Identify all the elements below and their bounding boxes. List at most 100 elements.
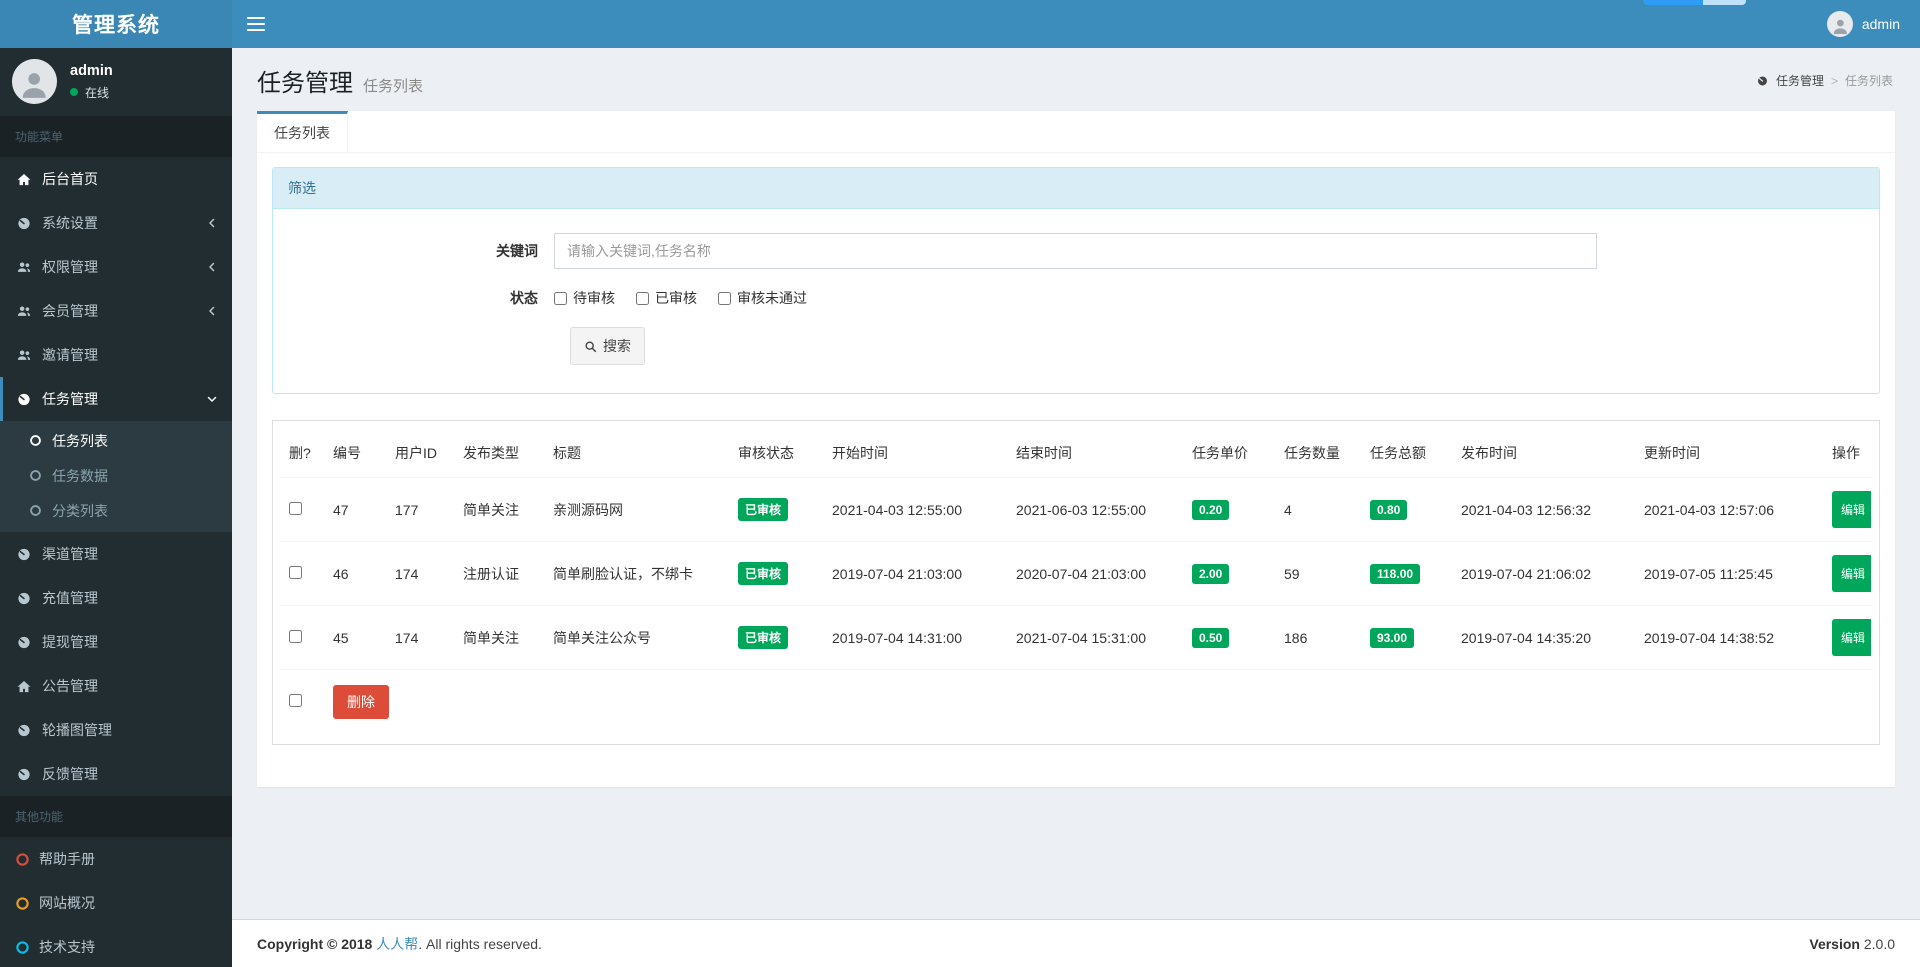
content-header: 任务管理 任务列表 任务管理 > 任务列表 [257,48,1895,111]
sidebar-item-invitations[interactable]: 邀请管理 [0,333,232,377]
cell-type: 简单关注 [455,477,545,542]
cell-start: 2021-04-03 12:55:00 [824,477,1008,542]
row-checkbox[interactable] [289,565,302,579]
footer-copyright: Copyright © 2018 人人帮. All rights reserve… [257,935,542,952]
search-button[interactable]: 搜索 [570,327,645,365]
row-checkbox[interactable] [289,501,302,515]
select-all-checkbox[interactable] [289,694,302,707]
user-menu[interactable]: admin [1826,0,1920,48]
cell-update: 2019-07-04 14:38:52 [1636,605,1824,670]
sidebar-section-header: 其他功能 [0,796,232,837]
circle-o-icon [29,504,42,517]
brand-link[interactable]: 人人帮 [376,936,418,952]
cell-start: 2019-07-04 14:31:00 [824,605,1008,670]
col-status: 审核状态 [730,429,824,478]
sidebar-item-withdrawals[interactable]: 提现管理 [0,620,232,664]
cell-user-id: 174 [387,541,455,606]
total-badge: 118.00 [1370,563,1421,584]
sidebar-item-system-settings[interactable]: 系统设置 [0,201,232,245]
col-count: 任务数量 [1276,429,1362,478]
approved-checkbox[interactable] [636,291,649,305]
cell-count: 186 [1276,605,1362,670]
sidebar-item-site-overview[interactable]: 网站概况 [0,881,232,925]
status-checkbox-group: 待审核 已审核 审核未通过 [554,288,807,308]
cell-id: 47 [325,477,387,542]
gauge-icon [15,547,33,562]
sidebar-toggle-button[interactable] [232,0,280,48]
chevron-left-icon [206,217,218,229]
col-update: 更新时间 [1636,429,1824,478]
artifact-segment [1643,0,1703,5]
total-badge: 93.00 [1370,627,1415,648]
footer-version: Version 2.0.0 [1809,935,1895,952]
cell-count: 59 [1276,541,1362,606]
cell-id: 46 [325,541,387,606]
app-logo[interactable]: 管理系统 [0,0,232,48]
sidebar-item-tasks[interactable]: 任务管理 [0,377,232,421]
status-option-approved[interactable]: 已审核 [636,288,697,308]
rejected-checkbox[interactable] [718,291,731,305]
gauge-icon [15,767,33,782]
artifact-segment [1702,0,1746,5]
filter-panel-header: 筛选 [273,168,1879,209]
chevron-left-icon [206,261,218,273]
chevron-left-icon [206,305,218,317]
table-row: 46 174 注册认证 简单刷脸认证，不绑卡 已审核 2019-07-04 21… [281,541,1871,606]
status-option-pending[interactable]: 待审核 [554,288,615,308]
filter-panel-body: 关键词 状态 待审核 已审核 [273,209,1879,393]
status-option-rejected[interactable]: 审核未通过 [718,288,807,308]
bulk-delete-row: 删除 [281,670,1871,737]
task-table-panel: 删? 编号 用户ID 发布类型 标题 审核状态 开始时间 结束时间 任务单价 任… [272,420,1880,745]
page-subtitle: 任务列表 [363,78,424,95]
cell-publish: 2021-04-03 12:56:32 [1453,477,1636,542]
cell-end: 2021-06-03 12:55:00 [1008,477,1184,542]
circle-o-icon [29,469,42,482]
edit-button[interactable]: 编辑 [1832,555,1871,592]
col-end: 结束时间 [1008,429,1184,478]
status-badge: 已审核 [738,626,789,649]
sidebar-item-feedback[interactable]: 反馈管理 [0,752,232,796]
sidebar-item-announcements[interactable]: 公告管理 [0,664,232,708]
cell-end: 2021-07-04 15:31:00 [1008,605,1184,670]
cell-id: 45 [325,605,387,670]
cell-update: 2019-07-05 11:25:45 [1636,541,1824,606]
col-title: 标题 [545,429,730,478]
tab-content: 筛选 关键词 状态 待审核 [257,153,1895,787]
footer: Copyright © 2018 人人帮. All rights reserve… [232,919,1920,967]
task-table: 删? 编号 用户ID 发布类型 标题 审核状态 开始时间 结束时间 任务单价 任… [281,429,1871,736]
sidebar-item-members[interactable]: 会员管理 [0,289,232,333]
breadcrumb-root-link[interactable]: 任务管理 [1776,72,1824,89]
sidebar-item-tech-support[interactable]: 技术支持 [0,925,232,967]
edit-button[interactable]: 编辑 [1832,491,1871,528]
pending-checkbox[interactable] [554,291,567,305]
edit-button[interactable]: 编辑 [1832,619,1871,656]
hamburger-icon [247,17,265,31]
sidebar-item-home[interactable]: 后台首页 [0,157,232,201]
sidebar-user-status[interactable]: 在线 [70,84,113,101]
sidebar-section-header: 功能菜单 [0,116,232,157]
total-badge: 0.80 [1370,499,1408,520]
sidebar-avatar-icon [12,59,57,104]
delete-button[interactable]: 删除 [333,685,389,719]
sidebar-subitem-task-data[interactable]: 任务数据 [0,458,232,493]
search-icon [584,340,597,353]
row-checkbox[interactable] [289,629,302,643]
cell-publish: 2019-07-04 14:35:20 [1453,605,1636,670]
sidebar-item-carousel[interactable]: 轮播图管理 [0,708,232,752]
cell-type: 简单关注 [455,605,545,670]
sidebar-subitem-category-list[interactable]: 分类列表 [0,493,232,528]
sidebar-item-channels[interactable]: 渠道管理 [0,532,232,576]
sidebar-item-recharge[interactable]: 充值管理 [0,576,232,620]
app-title: 管理系统 [72,14,160,37]
keyword-input[interactable] [554,233,1597,269]
user-avatar-icon [1826,11,1853,37]
price-badge: 0.50 [1192,627,1230,648]
sidebar-item-help-manual[interactable]: 帮助手册 [0,837,232,881]
cell-update: 2021-04-03 12:57:06 [1636,477,1824,542]
tab-task-list[interactable]: 任务列表 [257,111,348,152]
cell-publish: 2019-07-04 21:06:02 [1453,541,1636,606]
sidebar-subitem-task-list[interactable]: 任务列表 [0,423,232,458]
sidebar-item-permissions[interactable]: 权限管理 [0,245,232,289]
users-icon [15,304,33,319]
chevron-down-icon [206,393,218,405]
